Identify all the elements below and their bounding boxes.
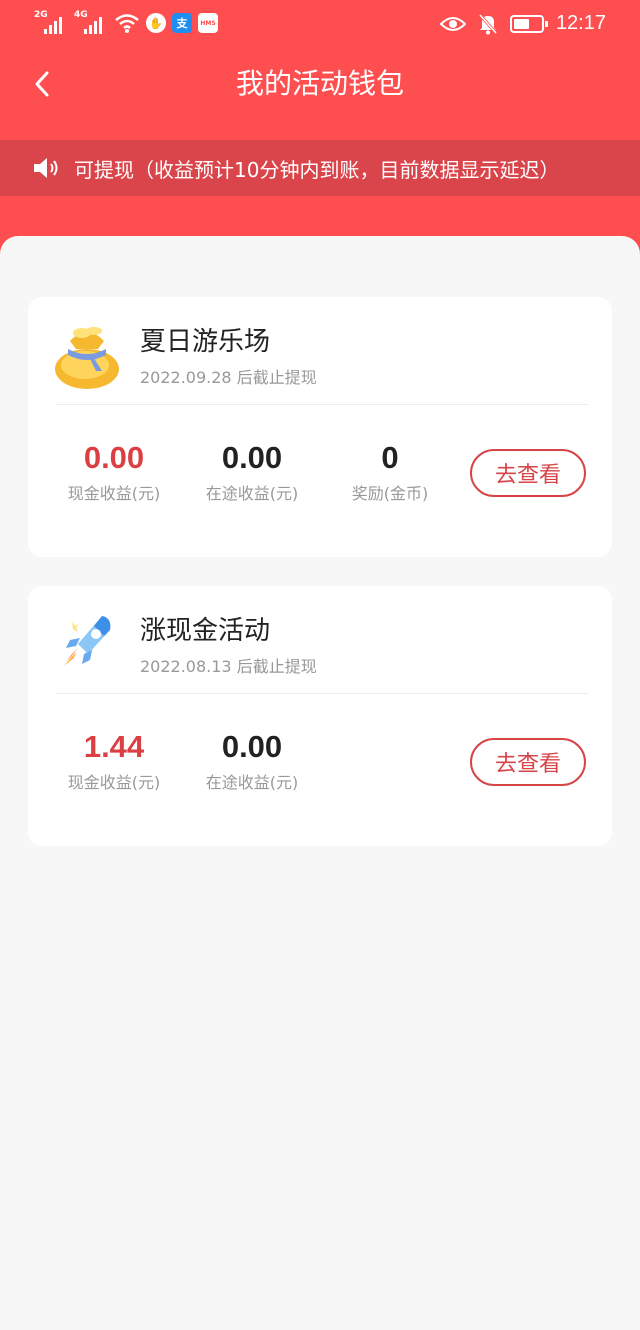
hand-app-icon: ✋: [146, 13, 166, 33]
battery-icon: [509, 14, 548, 33]
card-header: 夏日游乐场 2022.09.28 后截止提现: [28, 297, 612, 405]
stat-label: 现金收益(元): [67, 773, 161, 792]
status-bar: 2G 4G ✋ 支 HMS 12:17: [0, 0, 640, 50]
notice-text: 可提现（收益预计10分钟内到账，目前数据显示延迟）: [74, 157, 560, 182]
wifi-icon: [115, 14, 139, 33]
stat-cash-income: 1.44 现金收益(元): [44, 728, 184, 794]
money-bag-icon: [55, 327, 119, 389]
stat-pending-income: 0.00 在途收益(元): [182, 728, 322, 794]
view-button[interactable]: 去查看: [470, 449, 586, 497]
hms-icon: HMS: [198, 13, 218, 33]
signal-icon: 4G: [74, 10, 108, 36]
divider: [56, 404, 588, 405]
card-deadline: 2022.08.13 后截止提现: [140, 657, 317, 676]
view-button[interactable]: 去查看: [470, 738, 586, 786]
stat-value: 0.00: [221, 440, 283, 475]
rocket-icon: [64, 616, 111, 666]
stat-cash-income: 0.00 现金收益(元): [44, 439, 184, 505]
signal-icon: 2G: [34, 10, 68, 36]
stat-value: 1.44: [83, 729, 145, 764]
card-header: 涨现金活动 2022.08.13 后截止提现: [28, 586, 612, 694]
page-title: 我的活动钱包: [235, 67, 404, 100]
withdraw-notice: 可提现（收益预计10分钟内到账，目前数据显示延迟）: [0, 140, 640, 196]
bell-off-icon: [478, 13, 498, 34]
activity-card: 夏日游乐场 2022.09.28 后截止提现 0.00 现金收益(元) 0.00…: [28, 297, 612, 557]
divider: [56, 693, 588, 694]
alipay-icon: 支: [172, 13, 192, 33]
activity-card: 涨现金活动 2022.08.13 后截止提现 1.44 现金收益(元) 0.00…: [28, 586, 612, 846]
card-title: 涨现金活动: [140, 616, 271, 646]
stat-label: 现金收益(元): [67, 484, 161, 503]
nav-bar: 我的活动钱包: [0, 50, 640, 122]
stat-pending-income: 0.00 在途收益(元): [182, 439, 322, 505]
eye-icon: [439, 16, 466, 31]
stat-value: 0.00: [83, 440, 145, 475]
main-content: 夏日游乐场 2022.09.28 后截止提现 0.00 现金收益(元) 0.00…: [0, 236, 640, 1330]
stat-label: 在途收益(元): [205, 484, 299, 503]
stat-value: 0.00: [221, 729, 283, 764]
stat-reward-coins: 0 奖励(金币): [320, 439, 460, 505]
stat-value: 0: [381, 440, 399, 475]
clock: 12:17: [555, 12, 606, 34]
card-deadline: 2022.09.28 后截止提现: [140, 368, 317, 387]
stat-label: 在途收益(元): [205, 773, 299, 792]
speaker-icon: [34, 158, 58, 178]
card-title: 夏日游乐场: [140, 327, 271, 357]
stat-label: 奖励(金币): [351, 484, 429, 503]
